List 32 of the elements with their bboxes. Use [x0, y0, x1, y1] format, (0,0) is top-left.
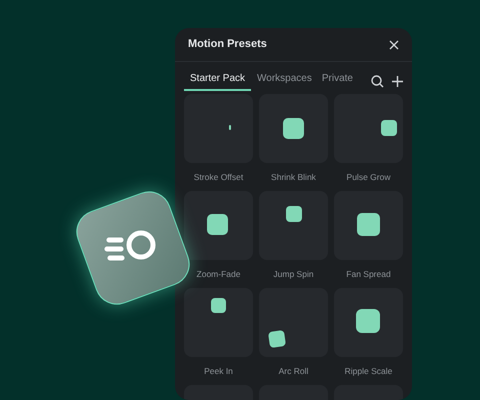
- search-icon[interactable]: [371, 74, 384, 88]
- square-icon: [286, 206, 302, 222]
- preset-tile[interactable]: [259, 191, 328, 260]
- preset-label: Zoom-Fade: [196, 268, 240, 281]
- preset-tile[interactable]: [259, 288, 328, 357]
- preset-tile[interactable]: [184, 288, 253, 357]
- close-icon[interactable]: [389, 40, 399, 50]
- preset-label: Fan Spread: [346, 268, 391, 281]
- square-icon: [268, 330, 286, 348]
- preset-tile[interactable]: [184, 191, 253, 260]
- add-icon[interactable]: [392, 76, 403, 86]
- preset-tile[interactable]: [334, 94, 403, 163]
- panel-title: Motion Presets: [188, 37, 267, 52]
- preset-tile[interactable]: [184, 94, 253, 163]
- preset-label: Arc Roll: [278, 365, 308, 378]
- preset-tile[interactable]: [334, 191, 403, 260]
- square-icon: [357, 213, 380, 236]
- tab[interactable]: Private: [318, 71, 357, 91]
- square-icon: [283, 118, 304, 139]
- square-icon: [381, 120, 397, 136]
- square-icon: [356, 309, 380, 333]
- preset-label: Pulse Grow: [346, 171, 390, 184]
- preset-tile[interactable]: [259, 94, 328, 163]
- preset-label: Peek In: [204, 365, 233, 378]
- square-icon: [207, 214, 228, 235]
- preset-label: Stroke Offset: [194, 171, 244, 184]
- tab[interactable]: Starter Pack: [184, 71, 252, 91]
- preset-label: Jump Spin: [273, 268, 314, 281]
- preset-label: Ripple Scale: [344, 365, 392, 378]
- preset-label: Shrink Blink: [271, 171, 316, 184]
- tab[interactable]: Workspaces: [253, 71, 316, 91]
- preset-tile[interactable]: [334, 288, 403, 357]
